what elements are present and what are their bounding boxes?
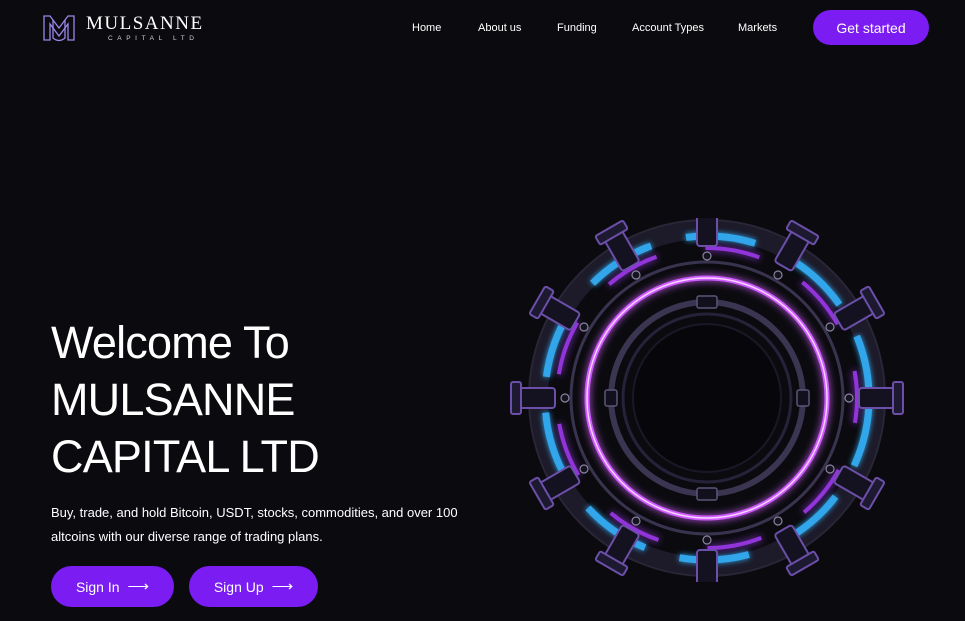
logo[interactable]: MULSANNE CAPITAL LTD	[42, 12, 204, 44]
sign-in-button[interactable]: Sign In ⟶	[51, 566, 174, 607]
sign-up-button[interactable]: Sign Up ⟶	[189, 566, 318, 607]
nav-link-funding[interactable]: Funding	[557, 21, 597, 35]
nav-link-account-types[interactable]: Account Types	[632, 21, 704, 35]
hero-title-line: MULSANNE	[51, 374, 295, 425]
logo-name: MULSANNE	[86, 12, 204, 34]
sign-in-label: Sign In	[75, 578, 120, 595]
logo-subtitle: CAPITAL LTD	[108, 34, 199, 42]
mulsanne-monogram-icon	[43, 15, 75, 42]
nav-link-home[interactable]: Home	[412, 21, 441, 35]
hero-description: Buy, trade, and hold Bitcoin, USDT, stoc…	[51, 505, 458, 544]
hero-title-line: Welcome To	[51, 317, 290, 368]
neon-portal-illustration	[510, 218, 904, 582]
hero-title: Welcome To MULSANNE CAPITAL LTD	[51, 314, 320, 485]
arrow-right-icon: ⟶	[127, 578, 150, 595]
sign-up-label: Sign Up	[213, 578, 264, 595]
landing-page: MULSANNE CAPITAL LTD Home About us Fundi…	[0, 0, 965, 621]
nav-link-about-us[interactable]: About us	[478, 21, 521, 35]
hero-title-line: CAPITAL LTD	[51, 431, 320, 482]
nav-link-markets[interactable]: Markets	[738, 21, 777, 35]
arrow-right-icon: ⟶	[271, 578, 294, 595]
get-started-button[interactable]: Get started	[813, 10, 929, 45]
logo-text: MULSANNE CAPITAL LTD	[86, 14, 204, 43]
